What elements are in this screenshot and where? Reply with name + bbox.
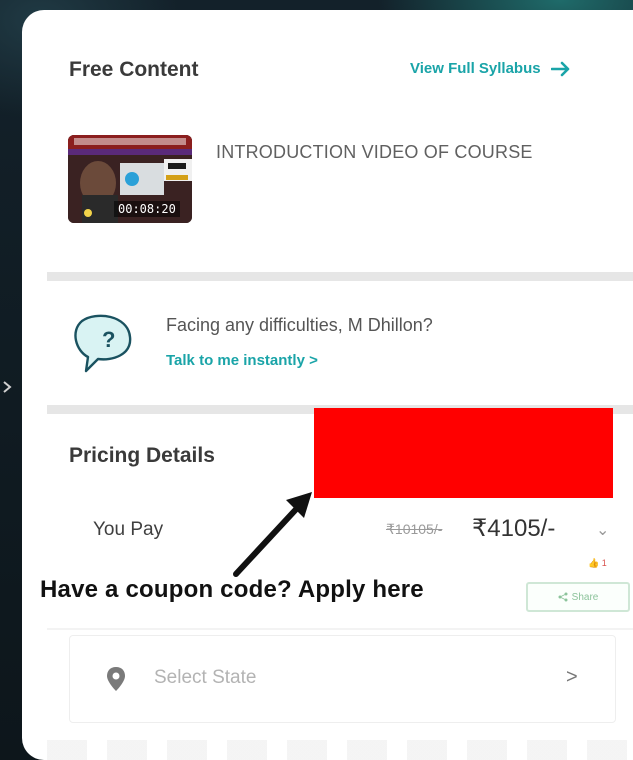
video-duration: 00:08:20: [114, 201, 180, 217]
chevron-right-icon: >: [566, 666, 578, 688]
intro-video-title[interactable]: INTRODUCTION VIDEO OF COURSE: [216, 142, 533, 163]
svg-text:?: ?: [102, 327, 115, 352]
view-full-syllabus-label: View Full Syllabus: [410, 60, 541, 77]
location-pin-icon: [107, 667, 125, 691]
coupon-annotation-text: Have a coupon code? Apply here: [40, 576, 424, 603]
arrow-right-icon: [550, 61, 569, 76]
chevron-down-icon[interactable]: ⌄: [596, 520, 609, 540]
original-price: ₹10105/-: [386, 521, 443, 537]
share-button[interactable]: Share: [526, 582, 630, 612]
view-full-syllabus-link[interactable]: View Full Syllabus: [410, 60, 571, 77]
section-divider: [47, 272, 633, 281]
you-pay-label: You Pay: [93, 519, 164, 540]
discounted-price: ₹4105/-: [472, 515, 556, 542]
you-pay-row[interactable]: You Pay ₹10105/- ₹4105/- ⌄: [68, 500, 609, 572]
select-state-dropdown[interactable]: Select State >: [69, 635, 616, 723]
question-bubble-icon: ?: [74, 314, 132, 373]
like-count: 👍 1: [588, 558, 607, 568]
left-edge-arrow-icon: [3, 381, 12, 393]
intro-video-thumbnail[interactable]: 00:08:20: [68, 135, 192, 223]
bottom-blurred-strip: [47, 740, 633, 760]
share-icon: [558, 592, 568, 602]
pricing-details-title: Pricing Details: [69, 444, 215, 467]
section-divider: [47, 628, 633, 630]
select-state-placeholder: Select State: [154, 667, 257, 688]
redacted-highlight-box: [314, 408, 613, 498]
talk-to-me-link[interactable]: Talk to me instantly >: [166, 352, 318, 369]
course-details-card: Free Content View Full Syllabus 00:08:20…: [22, 10, 633, 760]
free-content-title: Free Content: [69, 58, 199, 81]
share-label: Share: [571, 591, 599, 603]
help-message: Facing any difficulties, M Dhillon?: [166, 315, 433, 335]
